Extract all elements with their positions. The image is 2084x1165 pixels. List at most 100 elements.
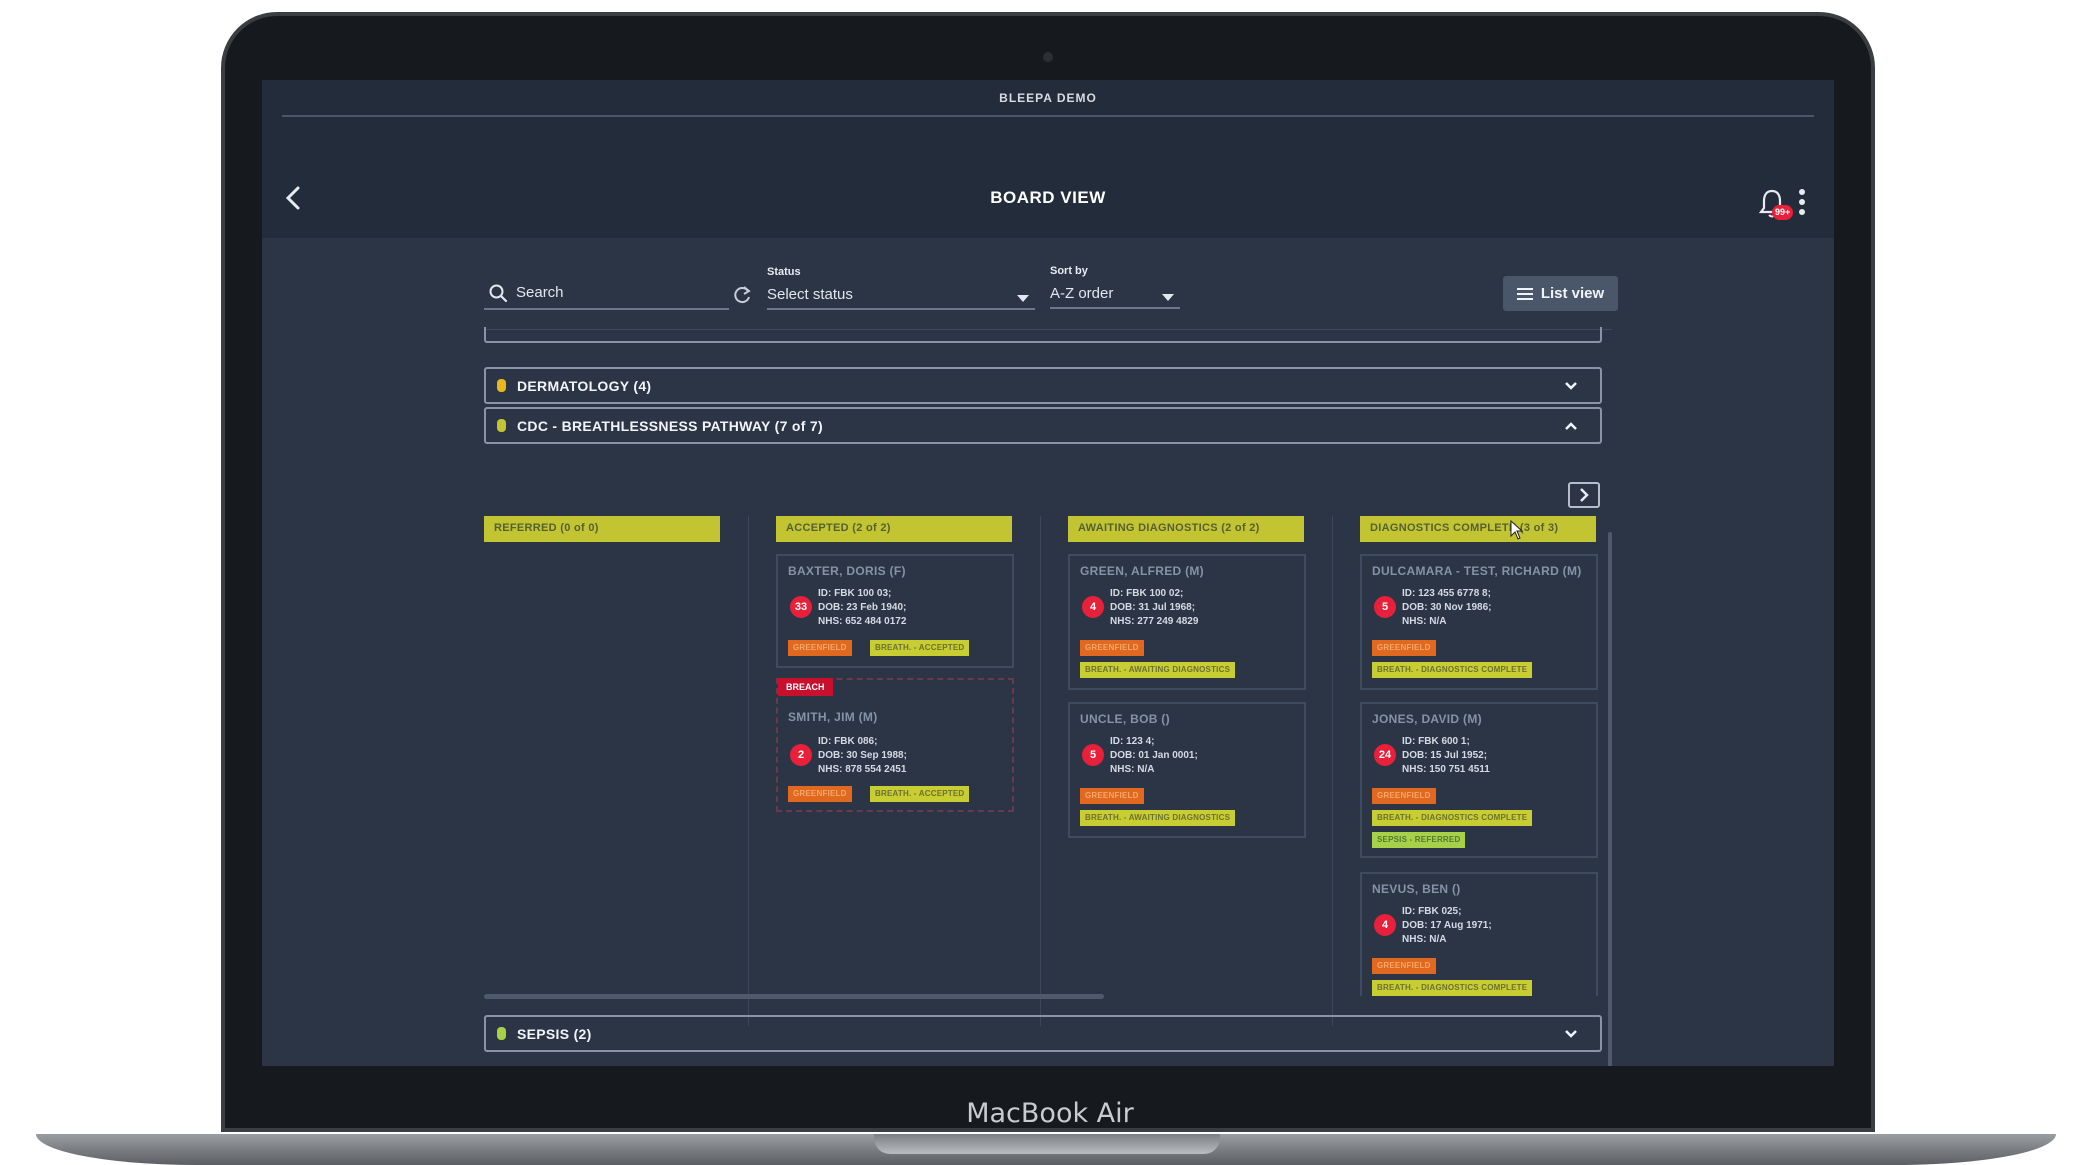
patient-card-uncle[interactable]: UNCLE, BOB () 5 ID: 123 4; DOB: 01 Jan 0… — [1068, 702, 1306, 838]
list-view-label: List view — [1540, 285, 1605, 302]
mouse-cursor-icon — [1510, 520, 1524, 540]
group-bar-dermatology[interactable]: DERMATOLOGY (4) — [484, 367, 1602, 404]
group-title: DERMATOLOGY (4) — [517, 377, 652, 394]
patient-card-nevus[interactable]: NEVUS, BEN () 4 ID: FBK 025; DOB: 17 Aug… — [1360, 872, 1598, 996]
patient-id: ID: 123 455 6778 8; — [1402, 588, 1491, 599]
kebab-menu-icon — [1799, 189, 1805, 215]
patient-name: DULCAMARA - TEST, RICHARD (M) — [1372, 564, 1582, 578]
chevron-down-icon[interactable] — [1560, 1023, 1582, 1045]
patient-card-dulcamara[interactable]: DULCAMARA - TEST, RICHARD (M) 5 ID: 123 … — [1360, 554, 1598, 690]
breach-label: BREACH — [778, 678, 833, 696]
patient-nhs: NHS: N/A — [1402, 934, 1447, 945]
alert-count-badge: 24 — [1374, 744, 1396, 766]
group-bar-partial[interactable] — [484, 327, 1602, 343]
more-options-button[interactable] — [1794, 185, 1810, 221]
vertical-scrollbar[interactable] — [1608, 532, 1612, 1066]
group-status-dot — [497, 419, 506, 432]
patient-dob: DOB: 23 Feb 1940; — [818, 602, 907, 613]
list-view-button[interactable]: List view — [1503, 276, 1618, 311]
patient-dob: DOB: 01 Jan 0001; — [1110, 750, 1198, 761]
laptop-notch — [874, 1134, 1220, 1154]
chevron-up-icon[interactable] — [1560, 415, 1582, 437]
caret-down-icon — [1162, 294, 1174, 301]
patient-id: ID: FBK 100 02; — [1110, 588, 1184, 599]
patient-name: JONES, DAVID (M) — [1372, 712, 1482, 726]
patient-dob: DOB: 30 Sep 1988; — [818, 750, 907, 761]
search-icon — [489, 284, 508, 303]
site-tag: GREENFIELD — [1372, 640, 1436, 656]
site-tag: GREENFIELD — [1372, 788, 1436, 804]
patient-card-green[interactable]: GREEN, ALFRED (M) 4 ID: FBK 100 02; DOB:… — [1068, 554, 1306, 690]
patient-dob: DOB: 30 Nov 1986; — [1402, 602, 1492, 613]
caret-down-icon — [1017, 295, 1029, 302]
site-tag: GREENFIELD — [788, 640, 852, 656]
site-tag: GREENFIELD — [1080, 640, 1144, 656]
search-field[interactable] — [484, 276, 729, 310]
group-title: CDC - BREATHLESSNESS PATHWAY (7 of 7) — [517, 417, 823, 434]
patient-nhs: NHS: 878 554 2451 — [818, 764, 907, 775]
alert-count-badge: 5 — [1374, 596, 1396, 618]
scroll-right-button[interactable] — [1568, 482, 1600, 508]
alert-count-badge: 4 — [1082, 596, 1104, 618]
site-tag: GREENFIELD — [1080, 788, 1144, 804]
alert-count-badge: 5 — [1082, 744, 1104, 766]
notification-badge: 99+ — [1772, 205, 1794, 220]
status-value: Select status — [767, 286, 853, 303]
status-tag: BREATH. - ACCEPTED — [870, 786, 970, 802]
header-divider — [282, 115, 1814, 117]
camera — [1043, 52, 1053, 62]
app-screen: BLEEPA DEMO BOARD VIEW 99+ Status Select… — [262, 80, 1834, 1066]
device-brand-label: MacBook Air — [966, 1098, 1134, 1129]
status-tag: BREATH. - DIAGNOSTICS COMPLETE — [1372, 980, 1533, 996]
app-header: BLEEPA DEMO BOARD VIEW 99+ — [262, 80, 1834, 238]
list-icon — [1516, 287, 1533, 300]
patient-nhs: NHS: N/A — [1110, 764, 1155, 775]
sepsis-tag: SEPSIS - REFERRED — [1372, 832, 1466, 848]
group-status-dot — [497, 1027, 506, 1040]
search-input[interactable] — [516, 280, 716, 304]
patient-id: ID: FBK 025; — [1402, 906, 1462, 917]
group-status-dot — [497, 379, 506, 392]
status-tag: BREATH. - ACCEPTED — [870, 640, 970, 656]
column-header-awaiting-diagnostics: AWAITING DIAGNOSTICS (2 of 2) — [1068, 516, 1304, 542]
patient-id: ID: FBK 600 1; — [1402, 736, 1470, 747]
patient-name: GREEN, ALFRED (M) — [1080, 564, 1204, 578]
patient-nhs: NHS: 652 484 0172 — [818, 616, 907, 627]
site-tag: GREENFIELD — [788, 786, 852, 802]
patient-card-smith[interactable]: BREACH SMITH, JIM (M) 2 ID: FBK 086; DOB… — [776, 678, 1014, 812]
app-name: BLEEPA DEMO — [999, 91, 1097, 105]
status-tag: BREATH. - DIAGNOSTICS COMPLETE — [1372, 810, 1533, 826]
patient-id: ID: 123 4; — [1110, 736, 1155, 747]
column-divider — [748, 516, 749, 1026]
chevron-down-icon[interactable] — [1560, 375, 1582, 397]
status-label: Status — [767, 266, 801, 278]
patient-id: ID: FBK 086; — [818, 736, 878, 747]
patient-dob: DOB: 17 Aug 1971; — [1402, 920, 1492, 931]
refresh-icon[interactable] — [731, 284, 753, 306]
column-divider — [1332, 516, 1333, 1026]
group-title: SEPSIS (2) — [517, 1025, 592, 1042]
sort-select[interactable]: A-Z order — [1050, 281, 1180, 309]
patient-nhs: NHS: 150 751 4511 — [1402, 764, 1490, 775]
chevron-right-icon — [1580, 488, 1589, 502]
patient-dob: DOB: 31 Jul 1968; — [1110, 602, 1196, 613]
column-header-accepted: ACCEPTED (2 of 2) — [776, 516, 1012, 542]
status-select[interactable]: Select status — [767, 282, 1035, 310]
group-bar-sepsis[interactable]: SEPSIS (2) — [484, 1015, 1602, 1052]
patient-name: BAXTER, DORIS (F) — [788, 564, 906, 578]
status-tag: BREATH. - AWAITING DIAGNOSTICS — [1080, 810, 1236, 826]
status-tag: BREATH. - AWAITING DIAGNOSTICS — [1080, 662, 1236, 678]
alert-count-badge: 4 — [1374, 914, 1396, 936]
status-tag: BREATH. - DIAGNOSTICS COMPLETE — [1372, 662, 1533, 678]
sort-label: Sort by — [1050, 265, 1088, 277]
patient-name: SMITH, JIM (M) — [788, 710, 878, 724]
patient-card-jones[interactable]: JONES, DAVID (M) 24 ID: FBK 600 1; DOB: … — [1360, 702, 1598, 858]
patient-card-baxter[interactable]: BAXTER, DORIS (F) 33 ID: FBK 100 03; DOB… — [776, 554, 1014, 668]
horizontal-scrollbar[interactable] — [484, 994, 1104, 999]
patient-id: ID: FBK 100 03; — [818, 588, 892, 599]
alert-count-badge: 2 — [790, 744, 812, 766]
patient-nhs: NHS: N/A — [1402, 616, 1447, 627]
patient-nhs: NHS: 277 249 4829 — [1110, 616, 1199, 627]
group-bar-cdc-breathlessness[interactable]: CDC - BREATHLESSNESS PATHWAY (7 of 7) — [484, 407, 1602, 444]
column-header-diagnostics-complete: DIAGNOSTICS COMPLETE (3 of 3) — [1360, 516, 1596, 542]
